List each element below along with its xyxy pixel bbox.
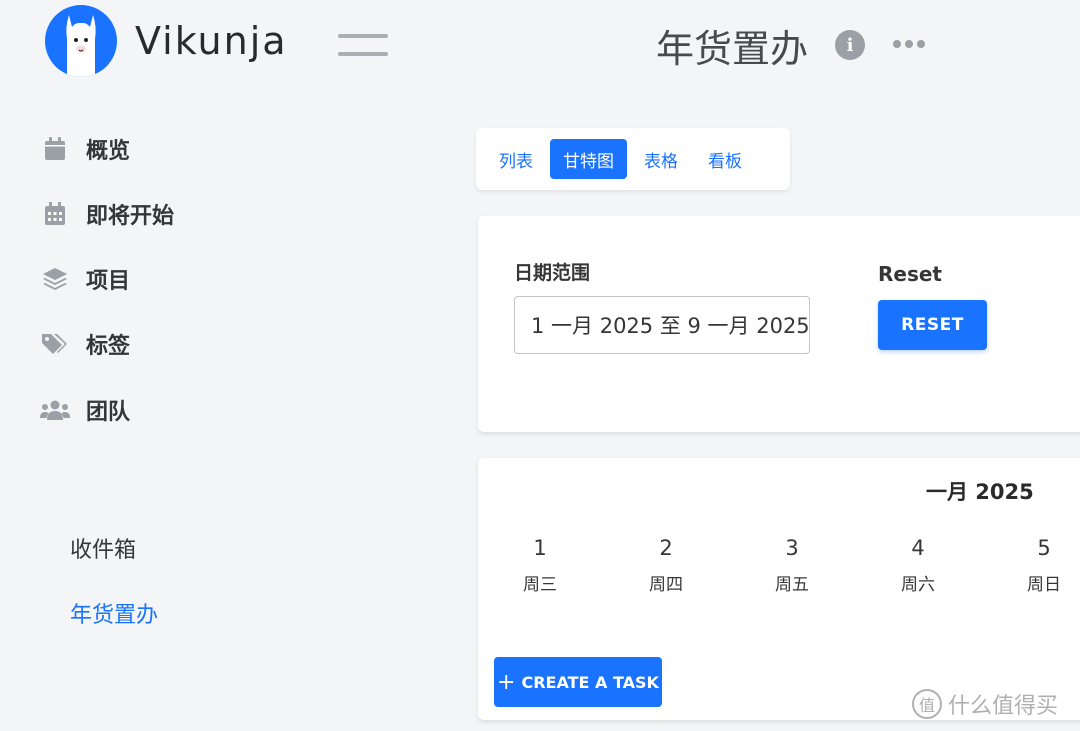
calendar-grid-icon — [40, 199, 70, 229]
tab-table[interactable]: 表格 — [631, 139, 691, 179]
calendar-icon — [40, 134, 70, 164]
reset-button[interactable]: RESET — [878, 300, 987, 350]
sidebar-item-upcoming[interactable]: 即将开始 — [40, 198, 174, 230]
day-number: 5 — [1037, 536, 1051, 560]
more-options-icon[interactable] — [893, 40, 925, 48]
sidebar-item-label: 项目 — [86, 269, 131, 294]
page-title: 年货置办 — [656, 27, 809, 71]
sidebar-item-label: 标签 — [86, 334, 131, 359]
day-name: 周六 — [901, 575, 935, 595]
sidebar-item-teams[interactable]: 团队 — [40, 394, 130, 426]
project-item-active[interactable]: 年货置办 — [70, 597, 158, 629]
tags-icon — [40, 329, 70, 359]
gantt-day-column: 4 周六 — [888, 536, 948, 595]
day-name: 周日 — [1027, 575, 1061, 595]
date-range-input[interactable]: 1 一月 2025 至 9 一月 2025 — [514, 296, 810, 354]
create-task-button[interactable]: + CREATE A TASK — [494, 657, 662, 707]
app-name: Vikunja — [135, 19, 288, 63]
hamburger-line — [338, 52, 388, 56]
day-number: 2 — [659, 536, 673, 560]
watermark-text: 什么值得买 — [948, 694, 1059, 719]
users-icon — [40, 395, 70, 425]
sidebar-item-labels[interactable]: 标签 — [40, 328, 130, 360]
llama-logo-icon — [45, 5, 117, 77]
sidebar-item-projects[interactable]: 项目 — [40, 263, 130, 295]
sidebar-item-label: 团队 — [86, 400, 131, 425]
gantt-day-column: 3 周五 — [762, 536, 822, 595]
day-number: 4 — [911, 536, 925, 560]
sidebar-item-overview[interactable]: 概览 — [40, 133, 130, 165]
gantt-day-column: 5 周日 — [1014, 536, 1074, 595]
gantt-day-column: 1 周三 — [510, 536, 570, 595]
watermark-logo-icon: 值 — [912, 689, 942, 719]
day-number: 1 — [533, 536, 547, 560]
day-number: 3 — [785, 536, 799, 560]
gantt-card: 一月 2025 1 周三 2 周四 3 周五 4 周六 5 周日 + CREAT… — [478, 458, 1080, 720]
day-name: 周四 — [649, 575, 683, 595]
tab-kanban[interactable]: 看板 — [695, 139, 755, 179]
day-name: 周五 — [775, 575, 809, 595]
watermark: 值 什么值得买 — [912, 688, 1058, 720]
plus-icon: + — [497, 669, 516, 695]
menu-toggle-button[interactable] — [338, 34, 388, 56]
project-item-inbox[interactable]: 收件箱 — [70, 532, 136, 564]
sidebar-item-label: 即将开始 — [86, 204, 175, 229]
day-name: 周三 — [523, 575, 557, 595]
gantt-day-column: 2 周四 — [636, 536, 696, 595]
date-range-label: 日期范围 — [514, 262, 591, 284]
app-logo[interactable]: Vikunja — [45, 5, 288, 77]
reset-label: Reset — [878, 262, 942, 286]
create-task-label: CREATE A TASK — [521, 672, 659, 692]
tab-gantt[interactable]: 甘特图 — [550, 139, 627, 179]
gantt-month-label: 一月 2025 — [926, 480, 1034, 504]
hamburger-line — [338, 34, 388, 38]
layers-icon — [40, 264, 70, 294]
filter-card: 日期范围 1 一月 2025 至 9 一月 2025 Reset RESET — [478, 216, 1080, 432]
view-switcher: 列表 甘特图 表格 看板 — [476, 128, 790, 190]
info-icon[interactable]: i — [835, 30, 865, 60]
sidebar-item-label: 概览 — [86, 139, 131, 164]
tab-list[interactable]: 列表 — [486, 139, 546, 179]
